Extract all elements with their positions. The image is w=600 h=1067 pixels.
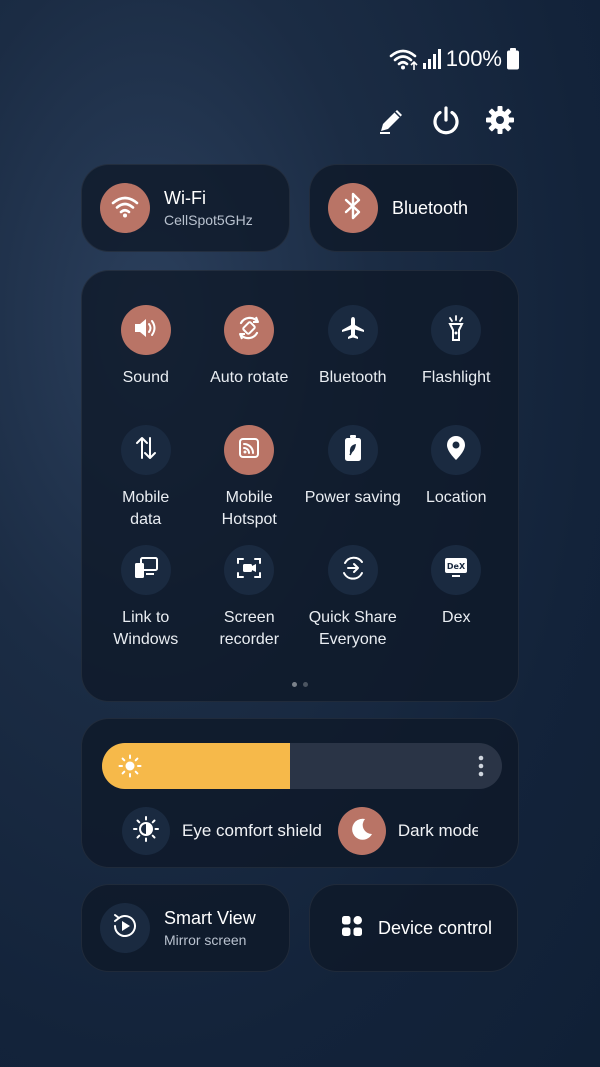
mobile-hotspot-tile[interactable]: Mobile Hotspot bbox=[198, 425, 302, 545]
brightness-slider[interactable] bbox=[102, 743, 502, 789]
sun-icon bbox=[118, 754, 142, 783]
screen-recorder-label: Screen recorder bbox=[219, 609, 280, 648]
quick-settings-row: Mobile data Mobile Hotspot Power saving … bbox=[94, 425, 508, 545]
display-toggles: Eye comfort shield Dark mode bbox=[122, 807, 478, 855]
dark-mode-toggle[interactable] bbox=[337, 807, 386, 855]
brightness-panel: Eye comfort shield Dark mode bbox=[81, 718, 519, 868]
link-windows-icon bbox=[132, 555, 160, 586]
bluetooth-icon bbox=[342, 192, 364, 225]
link-to-windows-tile[interactable]: Link to Windows bbox=[94, 545, 198, 665]
sound-toggle[interactable] bbox=[120, 305, 171, 355]
mobile-data-tile[interactable]: Mobile data bbox=[94, 425, 198, 545]
wifi-network-name: CellSpot5GHz bbox=[164, 212, 253, 228]
wifi-icon bbox=[110, 193, 140, 224]
power-saving-toggle[interactable] bbox=[327, 425, 378, 475]
power-icon[interactable] bbox=[430, 104, 462, 136]
mobile-hotspot-label: Mobile Hotspot bbox=[221, 489, 277, 528]
bluetooth-toggle[interactable] bbox=[328, 183, 378, 233]
quick-share-icon bbox=[339, 554, 367, 587]
auto-rotate-toggle[interactable] bbox=[224, 305, 275, 355]
power-saving-tile[interactable]: Power saving bbox=[301, 425, 405, 545]
device-control-title: Device control bbox=[378, 917, 493, 938]
device-control-icon bbox=[340, 914, 364, 943]
screen-recorder-toggle[interactable] bbox=[224, 545, 275, 595]
device-control-tile[interactable]: Device control bbox=[309, 884, 518, 972]
flashlight-icon bbox=[445, 314, 467, 347]
quick-settings-row: Sound Auto rotate Bluetooth Flashlight bbox=[94, 305, 508, 425]
sound-tile[interactable]: Sound bbox=[94, 305, 198, 425]
page-dot[interactable] bbox=[292, 682, 297, 687]
hotspot-icon bbox=[237, 436, 261, 465]
airplane-icon bbox=[340, 315, 366, 346]
battery-icon bbox=[506, 48, 520, 70]
quick-share-tile[interactable]: Quick Share Everyone bbox=[301, 545, 405, 665]
smart-view-title: Smart View bbox=[164, 908, 256, 928]
location-tile[interactable]: Location bbox=[405, 425, 509, 545]
page-dot[interactable] bbox=[303, 682, 308, 687]
eye-comfort-icon bbox=[132, 815, 160, 848]
dex-icon: DeX bbox=[442, 555, 470, 586]
flashlight-label: Flashlight bbox=[422, 369, 491, 386]
link-to-windows-label: Link to Windows bbox=[113, 609, 179, 648]
quick-settings-grid: Sound Auto rotate Bluetooth Flashlight M… bbox=[94, 305, 508, 665]
link-to-windows-toggle[interactable] bbox=[120, 545, 171, 595]
wifi-title: Wi-Fi bbox=[164, 188, 206, 208]
auto-rotate-tile[interactable]: Auto rotate bbox=[198, 305, 302, 425]
dark-mode-label: Dark mode bbox=[397, 821, 478, 840]
wifi-signal-icon bbox=[388, 47, 418, 71]
quick-settings-panel: Sound Auto rotate Bluetooth Flashlight M… bbox=[81, 270, 519, 702]
airplane-mode-toggle[interactable] bbox=[327, 305, 378, 355]
auto-rotate-label: Auto rotate bbox=[210, 369, 289, 386]
mobile-data-toggle[interactable] bbox=[120, 425, 171, 475]
quick-settings-row: Link to Windows Screen recorder Quick Sh… bbox=[94, 545, 508, 665]
sound-label: Sound bbox=[122, 369, 169, 386]
speaker-icon bbox=[133, 316, 159, 345]
smart-view-tile[interactable]: Smart View Mirror screen bbox=[81, 884, 290, 972]
dex-tile[interactable]: DeX Dex bbox=[405, 545, 509, 665]
airplane-mode-tile[interactable]: Bluetooth bbox=[301, 305, 405, 425]
location-label: Location bbox=[426, 489, 487, 506]
cell-signal-icon bbox=[422, 48, 442, 70]
location-pin-icon bbox=[445, 434, 467, 467]
top-actions bbox=[376, 104, 516, 136]
bluetooth-tile[interactable]: Bluetooth bbox=[309, 164, 518, 252]
dark-mode-tile[interactable]: Dark mode bbox=[337, 807, 478, 855]
eye-comfort-tile[interactable]: Eye comfort shield bbox=[122, 807, 322, 855]
screen-recorder-icon bbox=[235, 555, 263, 586]
wifi-tile[interactable]: Wi-Fi CellSpot5GHz bbox=[81, 164, 290, 252]
dex-toggle[interactable]: DeX bbox=[431, 545, 482, 595]
bluetooth-title: Bluetooth bbox=[392, 197, 469, 218]
gear-icon[interactable] bbox=[484, 104, 516, 136]
quick-share-label: Quick Share Everyone bbox=[308, 609, 397, 648]
eye-comfort-toggle[interactable] bbox=[122, 807, 170, 855]
dex-label: Dex bbox=[442, 609, 471, 626]
flashlight-tile[interactable]: Flashlight bbox=[405, 305, 509, 425]
eye-comfort-label: Eye comfort shield bbox=[182, 821, 322, 840]
smart-view-toggle[interactable] bbox=[100, 903, 150, 953]
quick-share-toggle[interactable] bbox=[327, 545, 378, 595]
power-saving-label: Power saving bbox=[304, 489, 401, 506]
power-saving-icon bbox=[343, 434, 363, 467]
status-bar: 100% bbox=[388, 46, 520, 72]
mobile-data-label: Mobile data bbox=[122, 489, 170, 528]
more-options-icon[interactable] bbox=[478, 755, 484, 782]
battery-percent: 100% bbox=[445, 46, 502, 71]
pencil-icon[interactable] bbox=[376, 104, 408, 136]
flashlight-toggle[interactable] bbox=[431, 305, 482, 355]
location-toggle[interactable] bbox=[431, 425, 482, 475]
smart-view-subtitle: Mirror screen bbox=[164, 932, 247, 948]
svg-text:DeX: DeX bbox=[447, 562, 466, 571]
smart-view-icon bbox=[111, 912, 139, 945]
screen-recorder-tile[interactable]: Screen recorder bbox=[198, 545, 302, 665]
mobile-data-icon bbox=[134, 435, 158, 466]
airplane-mode-label: Bluetooth bbox=[318, 369, 387, 386]
moon-icon bbox=[349, 816, 375, 847]
mobile-hotspot-toggle[interactable] bbox=[224, 425, 275, 475]
page-indicator bbox=[82, 682, 518, 687]
rotate-icon bbox=[235, 314, 263, 347]
wifi-toggle[interactable] bbox=[100, 183, 150, 233]
